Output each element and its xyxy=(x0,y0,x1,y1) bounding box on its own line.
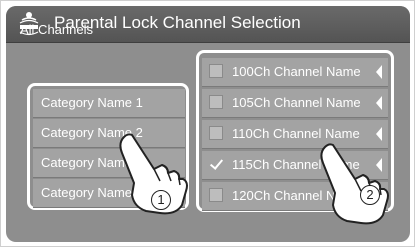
channel-checkbox[interactable] xyxy=(209,64,223,78)
chevron-left-icon[interactable] xyxy=(376,65,382,79)
channel-item-105[interactable]: 105Ch Channel Name xyxy=(202,89,388,118)
chevron-left-icon[interactable] xyxy=(376,96,382,110)
channel-checkbox[interactable] xyxy=(209,126,223,140)
all-channels-item[interactable]: All Channels xyxy=(20,22,93,37)
pointing-hand-icon xyxy=(320,143,389,225)
category-item-1[interactable]: Category Name 1 xyxy=(33,89,185,118)
figure-frame: Parental Lock Channel Selection All Chan… xyxy=(0,0,415,247)
channel-checkbox[interactable] xyxy=(209,188,223,202)
channel-checkbox[interactable] xyxy=(209,95,223,109)
category-label: Category Name 1 xyxy=(41,95,143,110)
callout-number-1: 1 xyxy=(151,190,171,210)
channel-label: 105Ch Channel Name xyxy=(232,95,361,110)
callout-number-2: 2 xyxy=(360,185,380,205)
check-mark-icon[interactable] xyxy=(209,157,223,171)
channel-label: 100Ch Channel Name xyxy=(232,64,361,79)
channel-item-100[interactable]: 100Ch Channel Name xyxy=(202,58,388,87)
callout-label: 2 xyxy=(366,187,374,202)
callout-label: 1 xyxy=(157,192,165,207)
all-channels-label: All Channels xyxy=(20,22,93,37)
